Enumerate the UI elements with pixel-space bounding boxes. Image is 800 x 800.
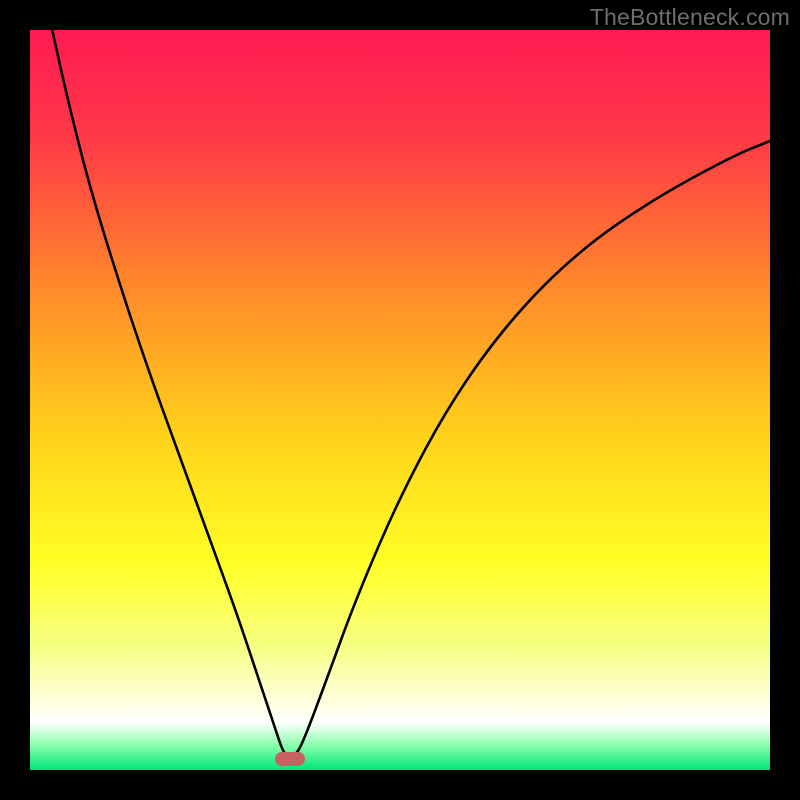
watermark-text: TheBottleneck.com (590, 4, 790, 31)
gradient-background (30, 30, 770, 770)
plot-frame (30, 30, 770, 770)
bottleneck-plot (30, 30, 770, 770)
optimal-point-marker (275, 752, 305, 766)
